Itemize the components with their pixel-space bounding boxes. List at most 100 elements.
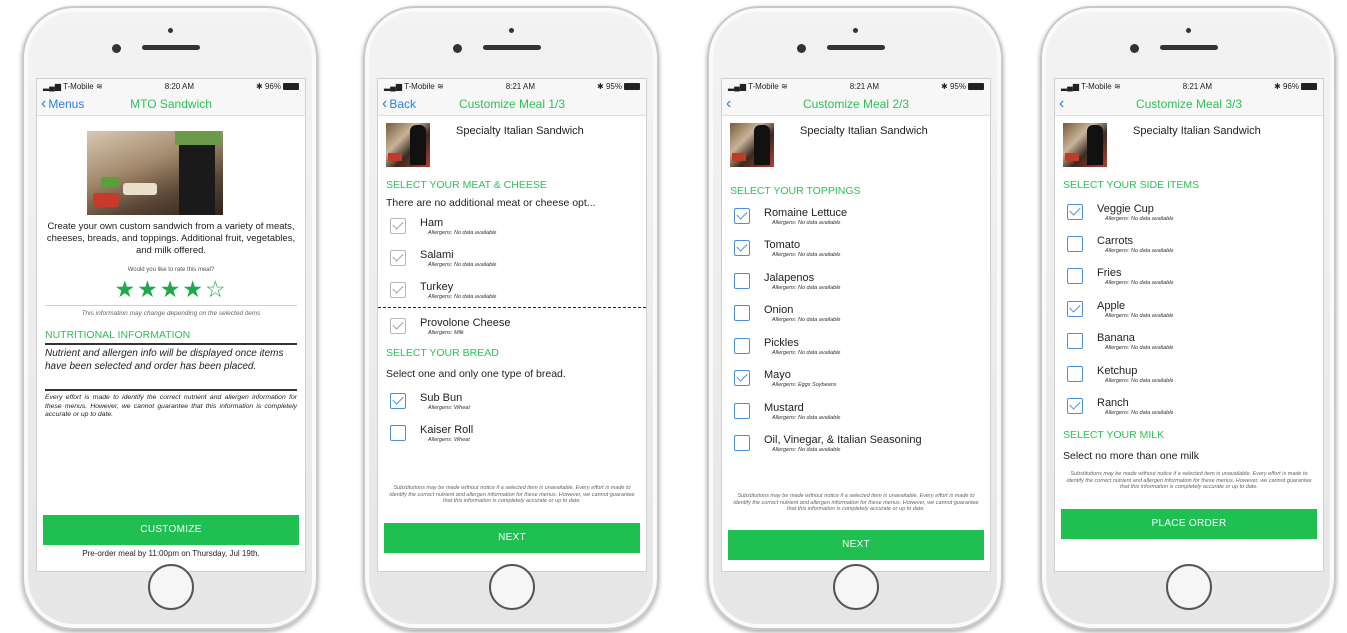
meal-thumbnail [386, 123, 430, 167]
item-name: Veggie Cup [1097, 203, 1154, 215]
item-name: Salami [420, 249, 454, 261]
page-title: Customize Meal 2/3 [802, 97, 910, 111]
checkbox[interactable] [1067, 398, 1083, 414]
item-allergens: Allergens: No data available [1105, 378, 1174, 384]
checkbox[interactable] [734, 435, 750, 451]
carrier: T-Mobile [1081, 81, 1112, 91]
signal-icon: ▂▄▆ [1061, 81, 1079, 91]
place-order-button[interactable]: PLACE ORDER [1061, 509, 1317, 539]
wifi-icon: ≋ [436, 81, 444, 91]
screen-customize-3: ▂▄▆ T-Mobile ≋ 8:21 AM ✱ 96% ‹ Customize… [1054, 78, 1324, 572]
item-name: Banana [1097, 332, 1135, 344]
customize-button[interactable]: CUSTOMIZE [43, 515, 299, 545]
checkbox[interactable] [734, 240, 750, 256]
status-bar: ▂▄▆ T-Mobile ≋ 8:21 AM ✱ 95% [378, 79, 646, 93]
checkbox[interactable] [390, 250, 406, 266]
item-name: Carrots [1097, 235, 1134, 247]
item-name: Turkey [420, 281, 454, 293]
star-outline-icon[interactable]: ☆ [205, 276, 228, 302]
status-bar: ▂▄▆ T-Mobile ≋ 8:21 AM ✱ 95% [722, 79, 990, 93]
meal-description: Create your own custom sandwich from a v… [46, 221, 296, 256]
next-button[interactable]: NEXT [728, 530, 984, 560]
front-camera [1130, 44, 1139, 53]
home-button[interactable] [148, 564, 194, 610]
signal-icon: ▂▄▆ [384, 81, 402, 91]
home-button[interactable] [833, 564, 879, 610]
meal-name: Specialty Italian Sandwich [800, 125, 928, 137]
battery-icon [968, 82, 984, 90]
star-icon[interactable]: ★ [137, 276, 160, 302]
item-name: Ranch [1097, 397, 1129, 409]
earpiece-speaker [142, 45, 200, 50]
battery-percent: 95% [949, 81, 966, 91]
page-title: Customize Meal 1/3 [458, 97, 566, 111]
item-allergens: Allergens: No data available [772, 415, 841, 421]
bluetooth-icon: ✱ [941, 81, 948, 91]
checkbox[interactable] [1067, 268, 1083, 284]
home-button[interactable] [1166, 564, 1212, 610]
checkbox[interactable] [1067, 333, 1083, 349]
item-name: Fries [1097, 267, 1122, 279]
carrier: T-Mobile [748, 81, 779, 91]
substitution-note: Substitutions may be made without notice… [389, 485, 635, 504]
item-allergens: Allergens: No data available [428, 294, 497, 300]
checkbox[interactable] [390, 282, 406, 298]
meal-name: Specialty Italian Sandwich [456, 125, 584, 137]
front-camera [112, 44, 121, 53]
meal-name: Specialty Italian Sandwich [1133, 125, 1261, 137]
milk-heading: SELECT YOUR MILK [1063, 429, 1165, 441]
sandwich-photo [87, 131, 223, 215]
nav-bar: ‹ Back Customize Meal 1/3 [378, 93, 646, 116]
checkbox[interactable] [734, 403, 750, 419]
item-allergens: Allergens: Eggs Soybeans [772, 382, 837, 388]
meal-thumbnail [1063, 123, 1107, 167]
wifi-icon: ≋ [95, 81, 103, 91]
item-name: Mustard [764, 402, 804, 414]
item-allergens: Allergens: No data available [772, 220, 841, 226]
side-items-heading: SELECT YOUR SIDE ITEMS [1063, 179, 1200, 191]
page-title: MTO Sandwich [130, 97, 212, 111]
checkbox[interactable] [1067, 236, 1083, 252]
item-allergens: Allergens: No data available [1105, 410, 1174, 416]
bread-heading: SELECT YOUR BREAD [386, 347, 499, 359]
earpiece-speaker [483, 45, 541, 50]
item-name: Ham [420, 217, 444, 229]
checkbox[interactable] [1067, 204, 1083, 220]
rate-prompt: Would you like to rate this meal? [127, 267, 215, 273]
item-name: Onion [764, 304, 794, 316]
earpiece-speaker [827, 45, 885, 50]
star-icon[interactable]: ★ [182, 276, 205, 302]
carrier: T-Mobile [404, 81, 435, 91]
checkbox[interactable] [734, 370, 750, 386]
checkbox[interactable] [734, 305, 750, 321]
checkbox[interactable] [1067, 366, 1083, 382]
clock: 8:21 AM [1182, 81, 1213, 91]
checkbox[interactable] [734, 208, 750, 224]
item-allergens: Allergens: No data available [772, 447, 841, 453]
screen-customize-2: ▂▄▆ T-Mobile ≋ 8:21 AM ✱ 95% ‹ Customize… [721, 78, 991, 572]
item-allergens: Allergens: No data available [772, 317, 841, 323]
checkbox[interactable] [390, 218, 406, 234]
star-rating[interactable]: ★★★★☆ [37, 276, 305, 303]
home-button[interactable] [489, 564, 535, 610]
checkbox[interactable] [390, 425, 406, 441]
item-name: Kaiser Roll [420, 424, 474, 436]
next-button[interactable]: NEXT [384, 523, 640, 553]
checkbox[interactable] [390, 318, 406, 334]
checkbox[interactable] [734, 338, 750, 354]
item-allergens: Allergens: No data available [428, 230, 497, 236]
toppings-heading: SELECT YOUR TOPPINGS [730, 185, 861, 197]
checkbox[interactable] [390, 393, 406, 409]
item-name: Oil, Vinegar, & Italian Seasoning [764, 434, 922, 446]
star-icon[interactable]: ★ [160, 276, 183, 302]
item-name: Jalapenos [764, 272, 815, 284]
star-icon[interactable]: ★ [114, 276, 137, 302]
battery-percent: 96% [264, 81, 281, 91]
wifi-icon: ≋ [1113, 81, 1121, 91]
checkbox[interactable] [1067, 301, 1083, 317]
checkbox[interactable] [734, 273, 750, 289]
battery-icon [283, 82, 299, 90]
info-change-note: This information may change depending on… [81, 310, 261, 317]
item-allergens: Allergens: Wheat [428, 437, 470, 443]
item-allergens: Allergens: Wheat [428, 405, 470, 411]
